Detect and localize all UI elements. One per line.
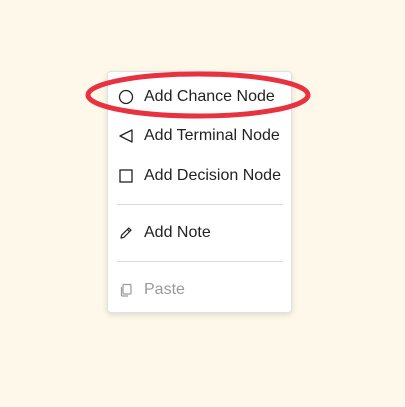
add-terminal-node-menu-item[interactable]: Add Terminal Node [108, 118, 291, 154]
pencil-edit-icon [118, 225, 134, 241]
square-icon [118, 168, 134, 184]
add-decision-node-label: Add Decision Node [144, 167, 281, 184]
add-note-menu-item[interactable]: Add Note [108, 215, 291, 251]
paste-label: Paste [144, 281, 185, 298]
add-chance-node-label: Add Chance Node [144, 88, 275, 105]
add-decision-node-menu-item[interactable]: Add Decision Node [108, 158, 291, 194]
paste-menu-item[interactable]: Paste [108, 272, 291, 308]
add-terminal-node-label: Add Terminal Node [144, 127, 280, 144]
triangle-left-icon [118, 128, 134, 144]
context-menu: Add Chance Node Add Terminal Node Add De… [107, 71, 292, 313]
add-note-label: Add Note [144, 224, 211, 241]
circle-icon [118, 89, 134, 105]
menu-divider [117, 261, 283, 262]
add-chance-node-menu-item[interactable]: Add Chance Node [108, 79, 291, 115]
canvas-background[interactable]: Add Chance Node Add Terminal Node Add De… [0, 0, 405, 407]
menu-divider [117, 204, 283, 205]
clipboard-copy-icon [118, 282, 134, 298]
